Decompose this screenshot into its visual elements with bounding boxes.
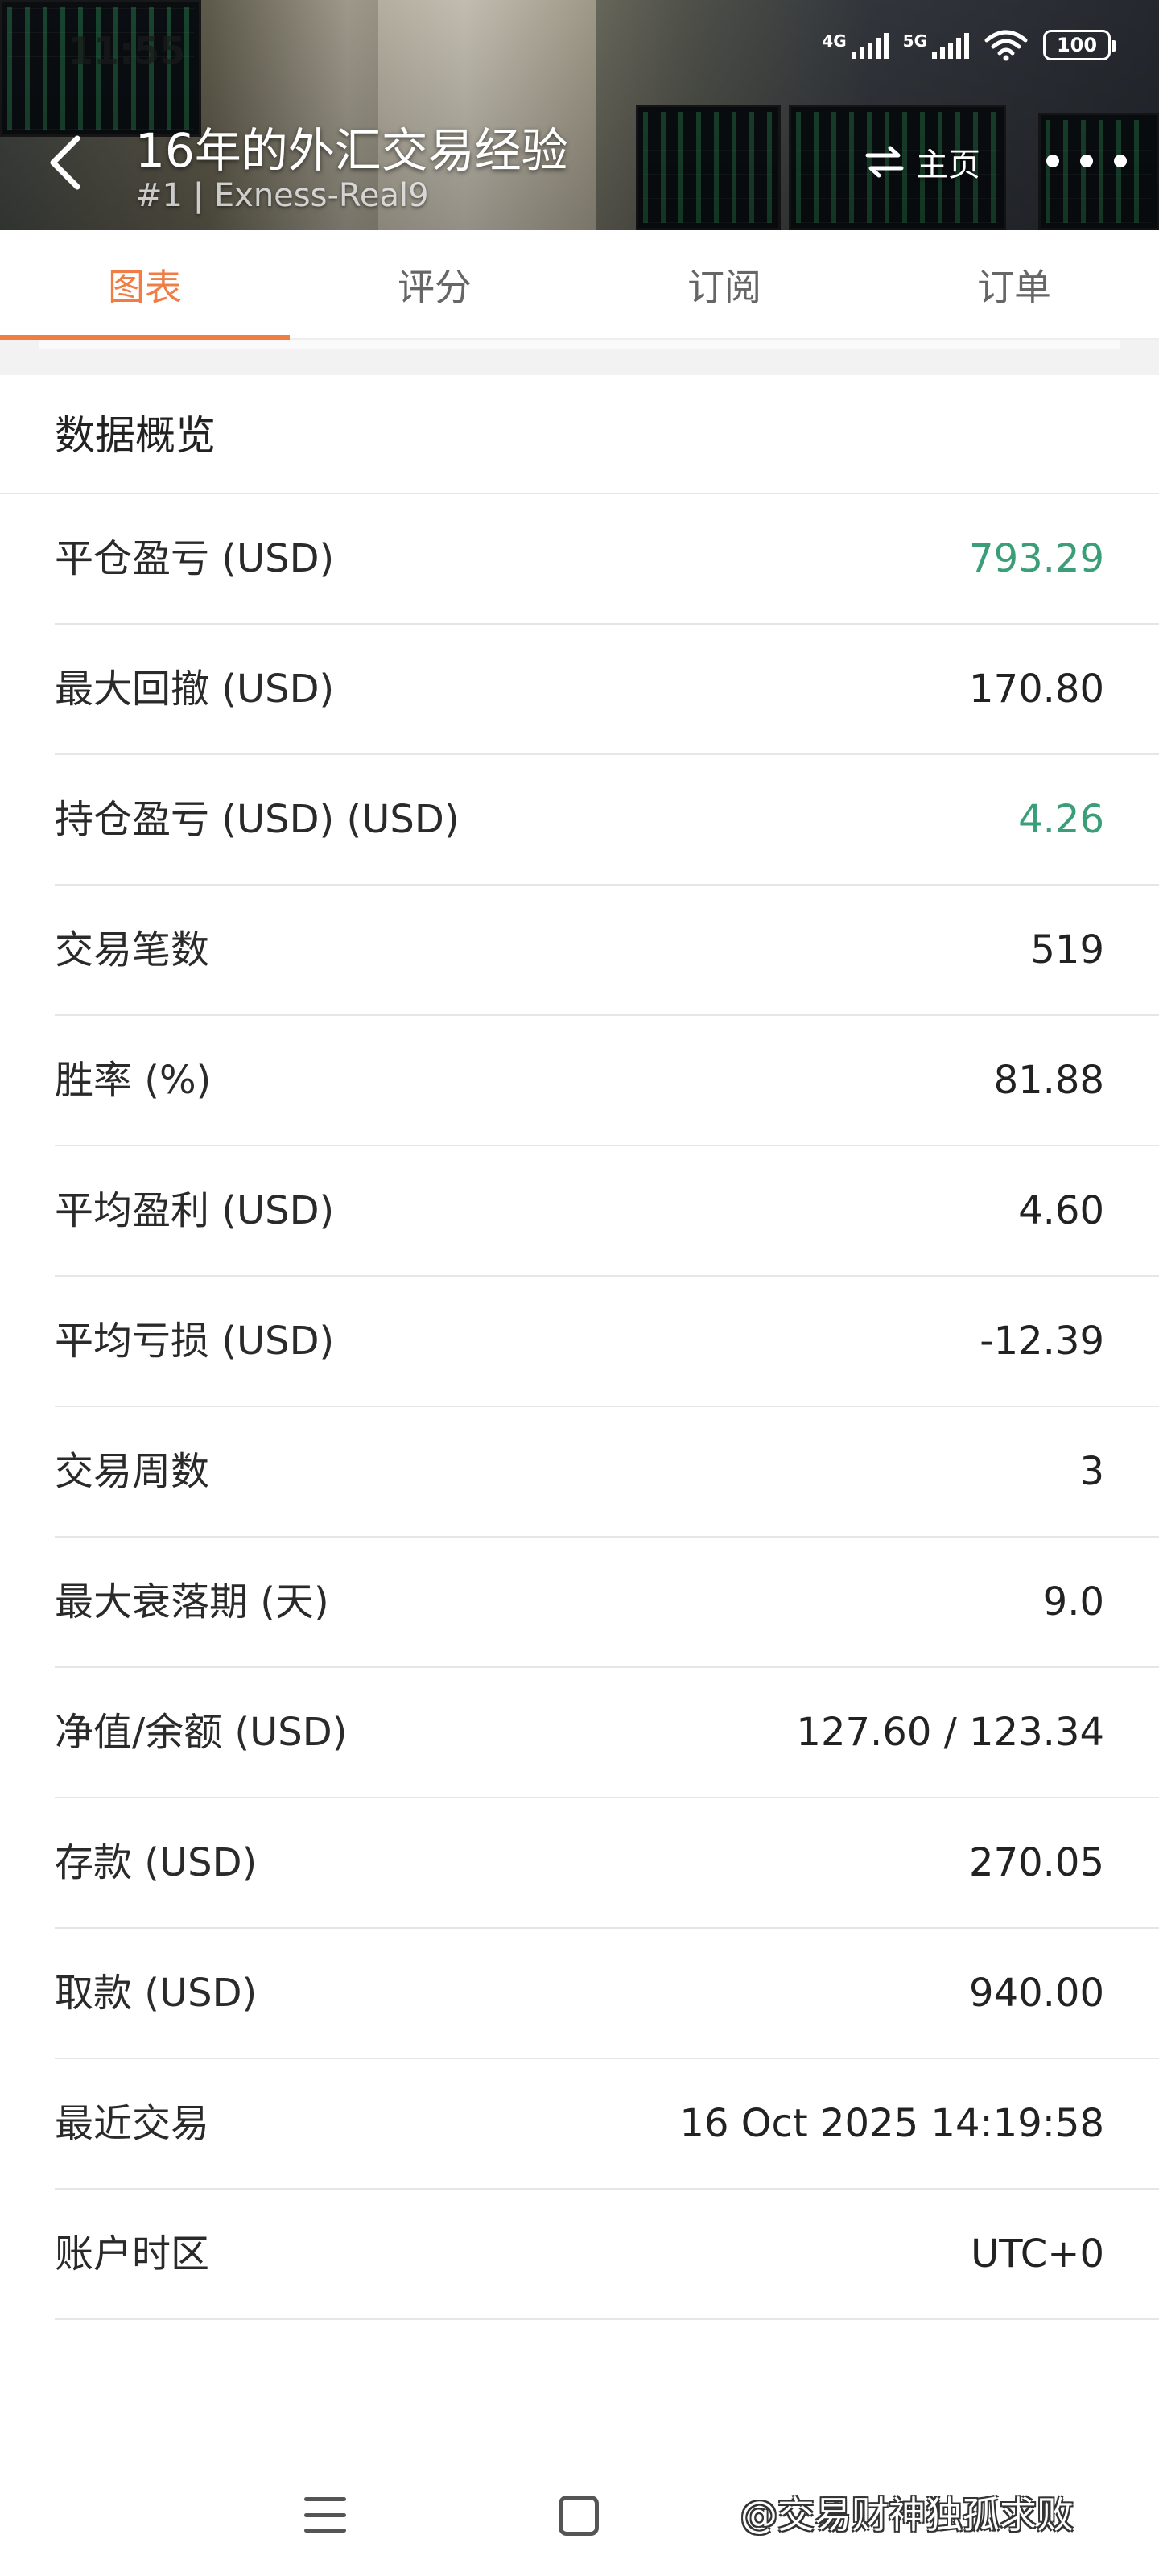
- signal-5g-icon: 5G: [903, 31, 969, 59]
- signal-4g-icon: 4G: [822, 31, 889, 59]
- tab-chart[interactable]: 图表: [0, 230, 290, 341]
- stat-row-max-drawdown: 最大回撤 (USD) 170.80: [0, 625, 1159, 755]
- stat-row-avg-profit: 平均盈利 (USD) 4.60: [0, 1146, 1159, 1277]
- stat-value: 519: [1030, 927, 1104, 972]
- account-subtitle: #1 | Exness-Real9: [135, 177, 429, 214]
- stat-value: 4.26: [1018, 797, 1104, 842]
- stat-value: -12.39: [980, 1319, 1104, 1364]
- tab-rating[interactable]: 评分: [290, 230, 580, 340]
- system-nav-bar: @交易财神独孤求败: [0, 2447, 1159, 2576]
- status-icons: 4G 5G 100: [822, 29, 1116, 61]
- stat-row-avg-loss: 平均亏损 (USD) -12.39: [0, 1277, 1159, 1407]
- stat-label: 平仓盈亏 (USD): [55, 536, 335, 581]
- stat-label: 交易笔数: [55, 927, 210, 972]
- wifi-icon: [984, 30, 1028, 61]
- stat-label: 净值/余额 (USD): [55, 1710, 348, 1755]
- swap-arrows-icon: [865, 146, 904, 178]
- stat-value: 4.60: [1018, 1188, 1104, 1233]
- home-switch-button[interactable]: 主页: [864, 138, 980, 185]
- stat-label: 账户时区: [55, 2231, 210, 2277]
- section-title: 数据概览: [55, 412, 216, 459]
- page-title: 16年的外汇交易经验: [135, 123, 568, 178]
- stat-value: 270.05: [969, 1840, 1104, 1885]
- stat-row-max-decline-period: 最大衰落期 (天) 9.0: [0, 1538, 1159, 1668]
- stat-value: 9.0: [1042, 1579, 1104, 1624]
- stat-label: 平均亏损 (USD): [55, 1319, 335, 1364]
- stat-row-win-rate: 胜率 (%) 81.88: [0, 1016, 1159, 1146]
- stat-row-deposit: 存款 (USD) 270.05: [0, 1798, 1159, 1929]
- recent-apps-icon[interactable]: [304, 2497, 346, 2533]
- stat-row-closed-pnl: 平仓盈亏 (USD) 793.29: [0, 494, 1159, 625]
- stat-row-equity-balance: 净值/余额 (USD) 127.60 / 123.34: [0, 1668, 1159, 1798]
- stat-value: 940.00: [969, 1971, 1104, 2016]
- stat-label: 存款 (USD): [55, 1840, 258, 1885]
- stat-label: 最近交易: [55, 2101, 210, 2146]
- stat-row-floating-pnl: 持仓盈亏 (USD) (USD) 4.26: [0, 755, 1159, 886]
- home-nav-icon[interactable]: [559, 2496, 599, 2536]
- stats-list: 平仓盈亏 (USD) 793.29 最大回撤 (USD) 170.80 持仓盈亏…: [0, 494, 1159, 2320]
- stat-label: 平均盈利 (USD): [55, 1188, 335, 1233]
- dot-icon: [1046, 155, 1059, 167]
- stat-label: 交易周数: [55, 1449, 210, 1494]
- back-button[interactable]: [42, 130, 90, 195]
- stat-label: 取款 (USD): [55, 1971, 258, 2016]
- tab-bar: 图表 评分 订阅 订单: [0, 230, 1159, 341]
- stat-value: 3: [1079, 1449, 1104, 1494]
- home-label: 主页: [916, 147, 980, 184]
- stat-value: 16 Oct 2025 14:19:58: [679, 2101, 1104, 2146]
- stat-row-timezone: 账户时区 UTC+0: [0, 2190, 1159, 2320]
- stat-row-withdrawal: 取款 (USD) 940.00: [0, 1929, 1159, 2059]
- battery-icon: 100: [1043, 30, 1116, 60]
- tab-subscribe[interactable]: 订阅: [580, 230, 869, 340]
- header: 11:55 4G 5G 100 16年的外汇交易经验 #1 | Exness-R…: [0, 0, 1159, 230]
- stat-row-trade-count: 交易笔数 519: [0, 886, 1159, 1016]
- more-options-button[interactable]: [1046, 145, 1127, 177]
- stat-value: 127.60 / 123.34: [796, 1710, 1104, 1755]
- stat-label: 最大衰落期 (天): [55, 1579, 329, 1624]
- status-time: 11:55: [68, 29, 186, 72]
- content-separator: [0, 340, 1159, 375]
- tab-orders[interactable]: 订单: [869, 230, 1159, 340]
- stat-label: 持仓盈亏 (USD) (USD): [55, 797, 460, 842]
- stat-value: 81.88: [993, 1058, 1104, 1103]
- stat-row-trading-weeks: 交易周数 3: [0, 1407, 1159, 1538]
- stat-value: 170.80: [969, 667, 1104, 712]
- stat-label: 最大回撤 (USD): [55, 667, 335, 712]
- stat-label: 胜率 (%): [55, 1058, 212, 1103]
- stat-row-last-trade: 最近交易 16 Oct 2025 14:19:58: [0, 2059, 1159, 2190]
- stat-value: 793.29: [969, 536, 1104, 581]
- chevron-left-icon: [50, 135, 80, 190]
- watermark: @交易财神独孤求败: [740, 2493, 1074, 2537]
- stat-value: UTC+0: [971, 2231, 1104, 2277]
